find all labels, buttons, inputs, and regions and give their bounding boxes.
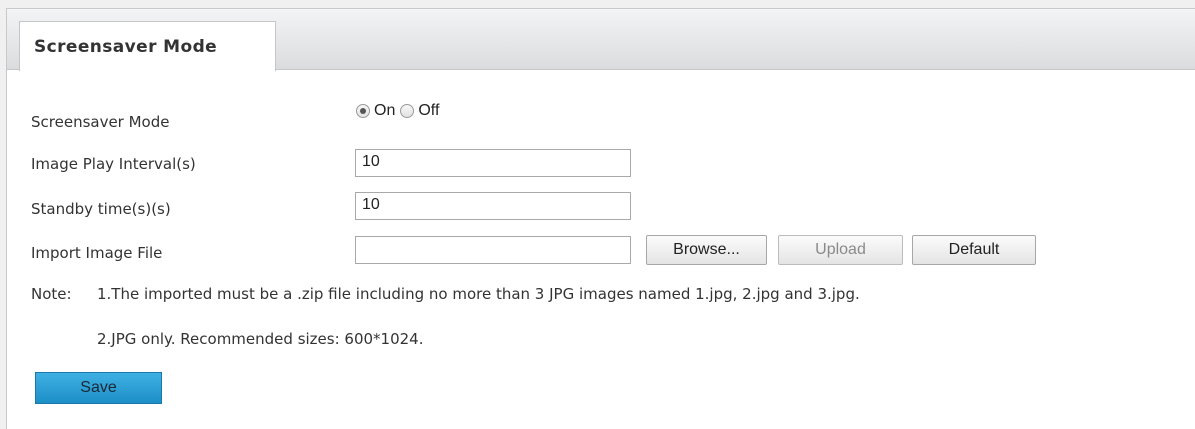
screensaver-mode-label: Screensaver Mode bbox=[31, 113, 170, 131]
browse-button[interactable]: Browse... bbox=[646, 235, 767, 265]
note-line-2: 2.JPG only. Recommended sizes: 600*1024. bbox=[97, 330, 424, 348]
radio-off-label[interactable]: Off bbox=[418, 102, 439, 120]
tab-bar: Screensaver Mode bbox=[7, 9, 1195, 71]
note-heading: Note: bbox=[31, 285, 72, 303]
save-button[interactable]: Save bbox=[35, 372, 162, 404]
default-button[interactable]: Default bbox=[912, 235, 1036, 265]
standby-time-input[interactable]: 10 bbox=[355, 192, 631, 220]
screensaver-mode-radio-group: On Off bbox=[356, 102, 444, 120]
tab-screensaver-mode[interactable]: Screensaver Mode bbox=[19, 21, 276, 71]
note-line-1: 1.The imported must be a .zip file inclu… bbox=[97, 285, 860, 303]
standby-time-label: Standby time(s)(s) bbox=[31, 200, 171, 218]
radio-on-label[interactable]: On bbox=[374, 102, 395, 120]
import-image-file-input[interactable] bbox=[355, 236, 631, 264]
import-image-file-label: Import Image File bbox=[31, 244, 163, 262]
radio-off[interactable] bbox=[400, 104, 415, 118]
radio-on-selected-dot bbox=[360, 108, 366, 114]
image-play-interval-input[interactable]: 10 bbox=[355, 149, 631, 177]
image-play-interval-label: Image Play Interval(s) bbox=[31, 155, 196, 173]
radio-on[interactable] bbox=[356, 104, 370, 118]
upload-button: Upload bbox=[778, 235, 903, 265]
